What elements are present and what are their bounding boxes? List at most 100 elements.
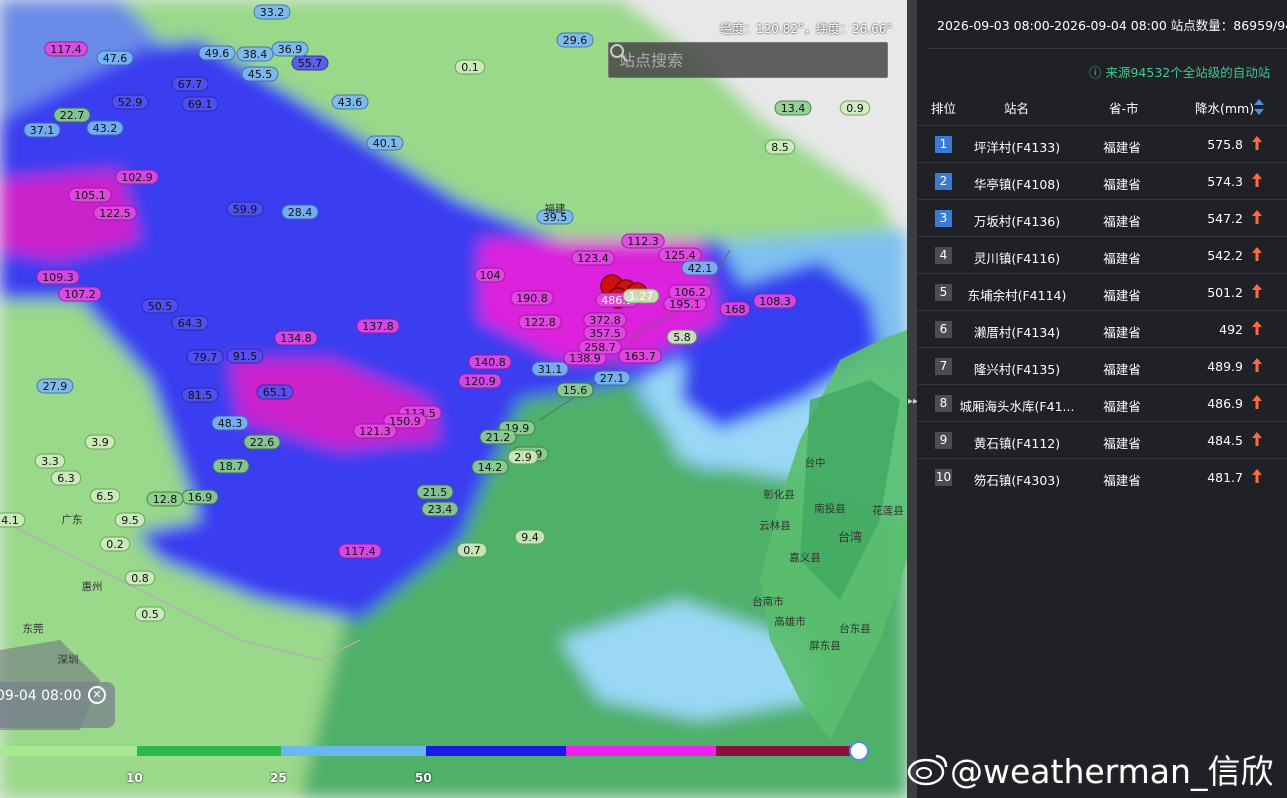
station-value-label: 9.5 <box>121 514 139 527</box>
station-name[interactable]: 坪洋村(F4133) <box>957 137 1077 156</box>
station-name[interactable]: 黄石镇(F4112) <box>957 433 1077 452</box>
col-name: 站名 <box>1004 101 1030 116</box>
station-value-label: 3.9 <box>91 436 109 449</box>
station-value-label: 3.3 <box>41 455 59 468</box>
place-label: 福建 <box>545 202 566 215</box>
ranking-panel: 2026-09-03 08:00-2026-09-04 08:00 站点数量：8… <box>917 0 1287 798</box>
panel-header: 2026-09-03 08:00-2026-09-04 08:00 站点数量：8… <box>937 18 1287 33</box>
rain-value: 481.7 <box>1207 470 1243 485</box>
col-rain[interactable]: 降水(mm) <box>1195 98 1254 117</box>
place-label: 嘉义县 <box>789 551 821 564</box>
table-row[interactable]: 5 东埔余村(F4114) 福建省 501.2 <box>917 273 1287 310</box>
station-value-label: 18.7 <box>219 460 244 473</box>
rain-value: 486.9 <box>1207 396 1243 411</box>
arrow-up-icon <box>1252 247 1262 261</box>
station-name[interactable]: 笏石镇(F4303) <box>957 470 1077 489</box>
search-icon[interactable] <box>609 43 629 63</box>
province: 福建省 <box>1103 362 1141 377</box>
time-label: 09-04 08:00 <box>0 688 82 704</box>
station-value-label: 0.5 <box>141 608 159 621</box>
station-value-label: 21.5 <box>423 486 448 499</box>
arrow-up-icon <box>1252 395 1262 409</box>
rain-value: 575.8 <box>1207 137 1243 152</box>
table-row[interactable]: 1 坪洋村(F4133) 福建省 575.8 <box>917 125 1287 162</box>
station-value-label: 23.4 <box>428 503 453 516</box>
rainfall-map[interactable]: 486.9 1.27 108.3 168 104 137.8 134.8 113.5 117.4… <box>0 0 907 798</box>
station-value-label: 9.4 <box>521 531 539 544</box>
station-name[interactable]: 灵川镇(F4116) <box>957 248 1077 267</box>
rain-value: 547.2 <box>1207 211 1243 226</box>
station-value-label: 102.9 <box>121 171 153 184</box>
table-row[interactable]: 9 黄石镇(F4112) 福建省 484.5 <box>917 421 1287 458</box>
station-value-label: 64.3 <box>178 317 203 330</box>
place-label: 东莞 <box>23 622 44 635</box>
station-value-label: 2.9 <box>514 451 532 464</box>
time-control[interactable]: 09-04 08:00 ✕ <box>0 682 115 728</box>
station-value-label: 55.7 <box>298 57 323 70</box>
station-value-label: 29.6 <box>563 34 588 47</box>
station-value-label: 125.4 <box>664 249 696 262</box>
table-row[interactable]: 8 城厢海头水库(F41... 福建省 486.9 <box>917 384 1287 421</box>
place-label: 屏东县 <box>809 639 841 652</box>
arrow-up-icon <box>1252 469 1262 483</box>
station-value-label: 65.1 <box>263 386 288 399</box>
station-value-label: 14.2 <box>478 461 503 474</box>
province: 福建省 <box>1103 436 1141 451</box>
legend-tick-50: 50 <box>415 771 432 785</box>
watermark-text: @weatherman_信欣 <box>950 752 1274 791</box>
close-icon[interactable]: ✕ <box>88 686 106 704</box>
station-value-label: 0.2 <box>106 538 124 551</box>
table-row[interactable]: 10 笏石镇(F4303) 福建省 481.7 <box>917 458 1287 495</box>
source-note: ⓘ 来源94532个全站级的自动站 <box>1089 65 1271 80</box>
province: 福建省 <box>1103 177 1141 192</box>
station-value-label: 121.3 <box>359 425 391 438</box>
station-value-label: 47.6 <box>103 52 128 65</box>
station-value-label: 140.8 <box>474 356 506 369</box>
place-label: 深圳 <box>58 654 79 666</box>
station-search[interactable] <box>608 42 888 78</box>
legend-bar <box>0 746 860 756</box>
legend-tick-25: 25 <box>270 771 287 785</box>
station-value-label: 8.5 <box>771 141 789 154</box>
rank-badge: 10 <box>935 469 952 486</box>
station-value-label: 28.4 <box>288 206 313 219</box>
place-label: 惠州 <box>82 580 103 593</box>
legend-slider-handle[interactable] <box>849 741 869 761</box>
rank-badge: 2 <box>935 173 952 190</box>
rank-badge: 1 <box>935 136 952 153</box>
table-row[interactable]: 7 隆兴村(F4135) 福建省 489.9 <box>917 347 1287 384</box>
station-name[interactable]: 城厢海头水库(F41... <box>957 396 1077 415</box>
place-label: 花莲县 <box>872 504 904 517</box>
station-name[interactable]: 万坂村(F4136) <box>957 211 1077 230</box>
station-value-label: 122.5 <box>99 207 131 220</box>
arrow-up-icon <box>1252 321 1262 335</box>
station-value-label: 15.6 <box>563 384 588 397</box>
station-value-label: 45.5 <box>248 68 273 81</box>
station-value-label: 123.4 <box>577 252 609 265</box>
station-value-label: 37.1 <box>30 124 55 137</box>
station-name[interactable]: 华亭镇(F4108) <box>957 174 1077 193</box>
station-value-label: 22.6 <box>250 436 275 449</box>
table-row[interactable]: 3 万坂村(F4136) 福建省 547.2 <box>917 199 1287 236</box>
station-name[interactable]: 东埔余村(F4114) <box>957 285 1077 304</box>
map-canvas: 486.91.27 108.3168104137.8134.8113.5117.4… <box>0 0 907 798</box>
place-label: 高雄市 <box>774 615 806 628</box>
station-value-label: 59.9 <box>233 203 258 216</box>
station-value-label: 0.7 <box>463 544 481 557</box>
station-name[interactable]: 隆兴村(F4135) <box>957 359 1077 378</box>
station-name[interactable]: 濑厝村(F4134) <box>957 322 1077 341</box>
table-row[interactable]: 4 灵川镇(F4116) 福建省 542.2 <box>917 236 1287 273</box>
station-value-label: 163.7 <box>624 350 656 363</box>
table-row[interactable]: 2 华亭镇(F4108) 福建省 574.3 <box>917 162 1287 199</box>
station-value-label: 168 <box>725 303 746 316</box>
station-value-label: 91.5 <box>233 350 258 363</box>
place-label: 广东 <box>62 513 83 526</box>
station-value-label: 12.8 <box>153 493 178 506</box>
province: 福建省 <box>1103 288 1141 303</box>
sort-icon[interactable] <box>1253 98 1265 116</box>
table-header: 排位 站名 省-市 降水(mm) <box>917 92 1287 122</box>
table-row[interactable]: 6 濑厝村(F4134) 福建省 492 <box>917 310 1287 347</box>
panel-toggle[interactable]: ▸▸ <box>907 0 918 798</box>
station-value-label: 137.8 <box>362 320 394 333</box>
station-search-input[interactable] <box>609 43 849 77</box>
